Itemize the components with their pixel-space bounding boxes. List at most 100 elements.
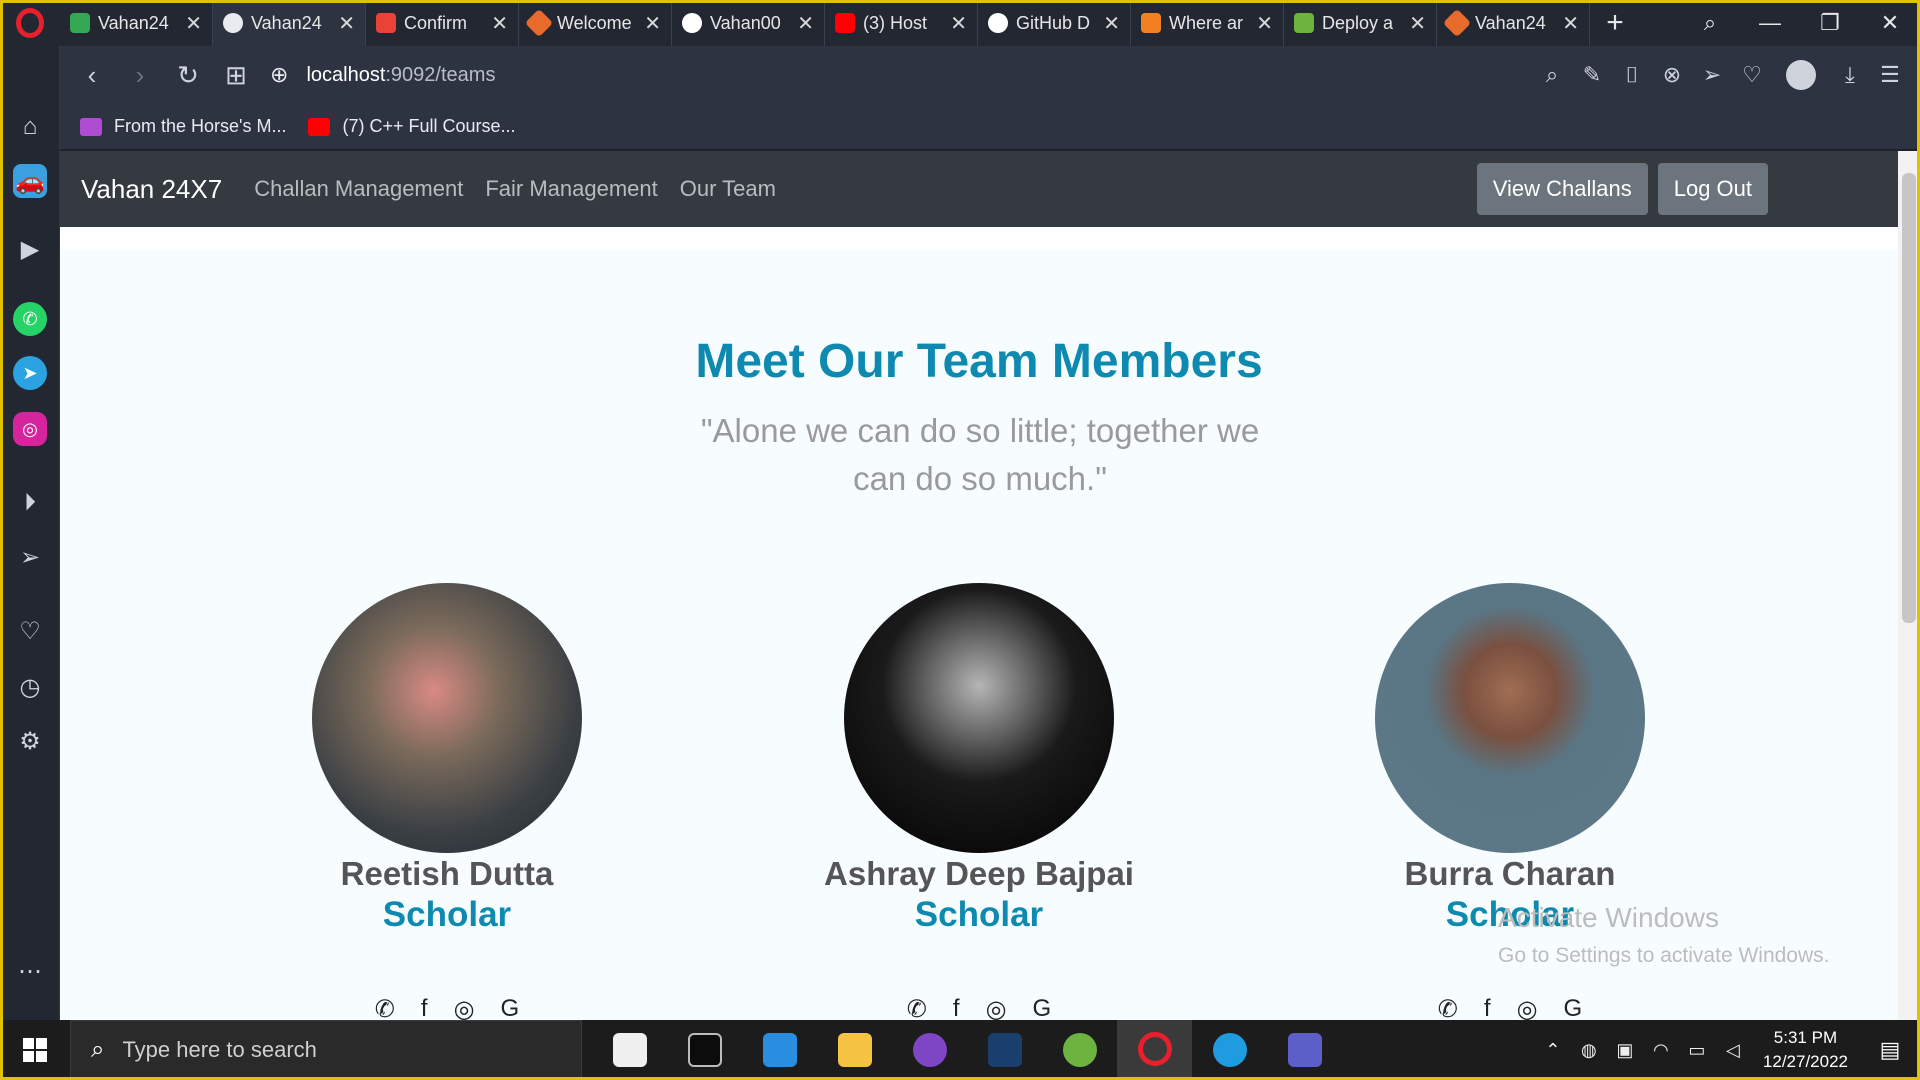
player-icon[interactable]: ▶ (13, 232, 47, 266)
view-challans-button[interactable]: View Challans (1476, 163, 1648, 215)
taskbar-app-mysql[interactable] (967, 1020, 1042, 1080)
tab[interactable]: Deploy a ✕ (1284, 0, 1437, 46)
reload-icon[interactable]: ↻ (164, 51, 212, 99)
close-icon[interactable]: ✕ (1256, 11, 1273, 36)
tab[interactable]: Where ar ✕ (1131, 0, 1284, 46)
telegram-icon[interactable]: ➤ (13, 356, 47, 390)
opera-icon (1137, 1031, 1172, 1066)
whatsapp-icon[interactable]: ✆ (907, 995, 927, 1020)
teams-tray-icon[interactable]: ▣ (1607, 1040, 1643, 1061)
more-icon[interactable]: ⋯ (13, 954, 47, 988)
close-icon[interactable]: ✕ (797, 11, 814, 36)
close-window-button[interactable]: ✕ (1860, 10, 1920, 36)
taskbar-app-spring[interactable] (1042, 1020, 1117, 1080)
tab[interactable]: Confirm ✕ (366, 0, 519, 46)
new-tab-button[interactable]: + (1590, 0, 1640, 46)
send-icon[interactable]: ➢ (1692, 62, 1732, 88)
send-icon[interactable]: ➢ (13, 540, 47, 574)
bookmark-item[interactable]: (7) C++ Full Course... (308, 116, 516, 137)
tab[interactable]: Welcome ✕ (519, 0, 672, 46)
edit-icon[interactable]: ✎ (1572, 62, 1612, 88)
whatsapp-icon[interactable]: ✆ (375, 995, 395, 1020)
taskbar-app-explorer[interactable] (817, 1020, 892, 1080)
taskbar-app-github[interactable] (892, 1020, 967, 1080)
instagram-icon[interactable]: ◎ (454, 995, 475, 1020)
nav-challan-management[interactable]: Challan Management (254, 176, 463, 202)
tab[interactable]: (3) Host ✕ (825, 0, 978, 46)
instagram-icon[interactable]: ◎ (1517, 995, 1538, 1020)
battery-icon[interactable]: ▭ (1679, 1040, 1715, 1061)
tab[interactable]: GitHub D ✕ (978, 0, 1131, 46)
wifi-icon[interactable]: ◠ (1643, 1040, 1679, 1061)
tab-active[interactable]: Vahan24 ✕ (213, 0, 366, 46)
google-icon[interactable]: G (1564, 995, 1583, 1020)
tab-favicon-icon (70, 13, 90, 33)
car-icon[interactable]: 🚗 (13, 164, 47, 198)
notification-icon[interactable]: ▤ (1870, 1037, 1910, 1063)
nav-fair-management[interactable]: Fair Management (485, 176, 657, 202)
page-scrollbar[interactable] (1898, 151, 1920, 1020)
heart-icon[interactable]: ♡ (1732, 62, 1772, 88)
opera-logo[interactable] (0, 0, 60, 46)
start-button[interactable] (0, 1038, 70, 1062)
close-icon[interactable]: ✕ (1409, 11, 1426, 36)
heart-icon[interactable]: ♡ (13, 614, 47, 648)
chevron-up-icon[interactable]: ⌃ (1535, 1040, 1571, 1061)
url-field[interactable]: ⊕ localhost:9092/teams (270, 62, 495, 88)
tab-label: Vahan24 (251, 12, 322, 33)
taskbar-app-mail[interactable] (592, 1020, 667, 1080)
play-circle-icon[interactable]: ⏵ (13, 486, 47, 520)
settings-icon[interactable]: ⚙ (13, 724, 47, 758)
volume-icon[interactable]: ◁ (1715, 1040, 1751, 1061)
close-icon[interactable]: ✕ (950, 11, 967, 36)
google-icon[interactable]: G (501, 995, 520, 1020)
taskbar-search[interactable]: ⌕ Type here to search (70, 1020, 582, 1080)
profile-avatar[interactable] (1786, 60, 1816, 90)
mail-icon (612, 1033, 647, 1067)
google-icon[interactable]: G (1033, 995, 1052, 1020)
facebook-icon[interactable]: f (421, 995, 428, 1020)
camera-icon[interactable]: ⌷ (1612, 62, 1652, 88)
close-icon[interactable]: ✕ (491, 11, 508, 36)
taskbar-app-teams[interactable] (1267, 1020, 1342, 1080)
brand-link[interactable]: Vahan 24X7 (81, 174, 222, 205)
adblock-icon[interactable]: ⊗ (1652, 62, 1692, 88)
whatsapp-icon[interactable]: ✆ (13, 302, 47, 336)
close-icon[interactable]: ✕ (338, 11, 355, 36)
close-icon[interactable]: ✕ (644, 11, 661, 36)
social-links: ✆ f ◎ G (819, 995, 1139, 1020)
close-icon[interactable]: ✕ (185, 11, 202, 36)
bookmark-item[interactable]: From the Horse's M... (80, 116, 286, 137)
tab[interactable]: Vahan24 ✕ (60, 0, 213, 46)
tab-grid-icon[interactable]: ⊞ (212, 51, 260, 99)
back-icon[interactable]: ‹ (68, 51, 116, 99)
taskbar-clock[interactable]: 5:31 PM 12/27/2022 (1763, 1026, 1848, 1074)
forward-icon[interactable]: › (116, 51, 164, 99)
member-role: Scholar (382, 895, 512, 934)
search-icon[interactable]: ⌕ (1680, 10, 1740, 36)
network-globe-icon[interactable]: ◍ (1571, 1040, 1607, 1061)
home-icon[interactable]: ⌂ (13, 110, 47, 144)
menu-icon[interactable]: ☰ (1870, 62, 1910, 88)
taskbar-app-vscode[interactable] (742, 1020, 817, 1080)
logout-button[interactable]: Log Out (1657, 163, 1768, 215)
whatsapp-icon[interactable]: ✆ (1438, 995, 1458, 1020)
instagram-icon[interactable]: ◎ (13, 412, 47, 446)
minimize-button[interactable]: — (1740, 10, 1800, 36)
taskbar-app-edge[interactable] (1192, 1020, 1267, 1080)
facebook-icon[interactable]: f (953, 995, 960, 1020)
tab[interactable]: Vahan00 ✕ (672, 0, 825, 46)
nav-our-team[interactable]: Our Team (680, 176, 776, 202)
close-icon[interactable]: ✕ (1103, 11, 1120, 36)
tab[interactable]: Vahan24 ✕ (1437, 0, 1590, 46)
zoom-icon[interactable]: ⌕ (1532, 62, 1572, 88)
scrollbar-thumb[interactable] (1902, 173, 1916, 623)
taskbar-app-opera[interactable] (1117, 1020, 1192, 1080)
download-icon[interactable]: ⤓ (1830, 62, 1870, 88)
close-icon[interactable]: ✕ (1562, 11, 1579, 36)
facebook-icon[interactable]: f (1484, 995, 1491, 1020)
history-icon[interactable]: ◷ (13, 670, 47, 704)
instagram-icon[interactable]: ◎ (986, 995, 1007, 1020)
taskbar-app-terminal[interactable] (667, 1020, 742, 1080)
restore-button[interactable]: ❐ (1800, 10, 1860, 36)
